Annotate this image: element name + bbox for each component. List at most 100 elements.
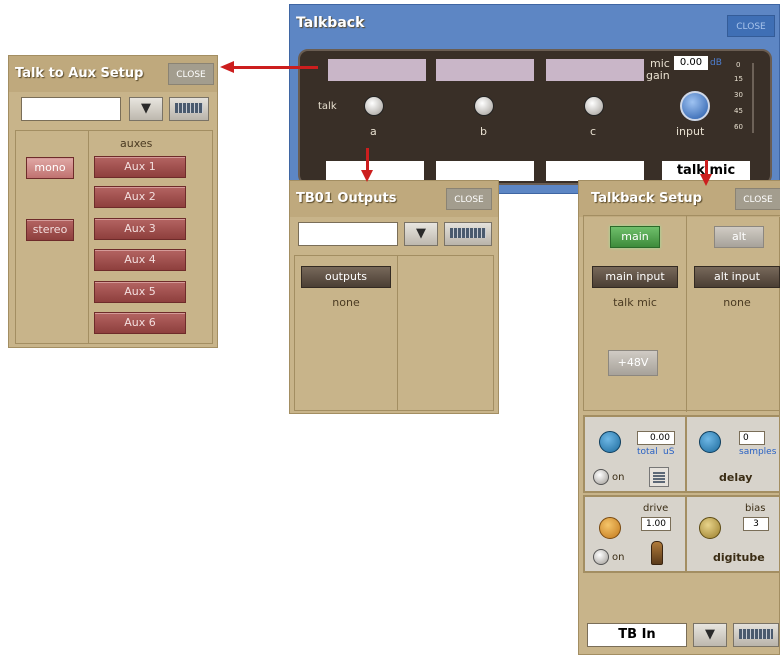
talk-button-b[interactable] <box>474 96 494 116</box>
arrow-head-outputs <box>361 170 373 182</box>
main-input-value: talk mic <box>613 296 657 309</box>
tb01-preset-field[interactable] <box>298 222 398 246</box>
talk-button-a[interactable] <box>364 96 384 116</box>
grid-icon <box>653 471 665 483</box>
aux-button-1[interactable]: Aux 1 <box>94 156 186 178</box>
tb-in-dropdown-button[interactable]: ▼ <box>693 623 727 647</box>
mic-gain-knob[interactable] <box>680 91 710 121</box>
drive-value[interactable]: 1.00 <box>641 517 671 531</box>
channel-label-b: b <box>480 125 487 138</box>
tb01-output-area: outputs none <box>294 255 494 411</box>
auxes-label: auxes <box>120 137 153 150</box>
keyboard-icon[interactable] <box>169 97 209 121</box>
tb01-dropdown-button[interactable]: ▼ <box>404 222 438 246</box>
digitube-on-button[interactable] <box>593 549 609 565</box>
output-box-a[interactable] <box>326 161 424 181</box>
gain-unit: dB <box>710 58 722 68</box>
aux-button-2[interactable]: Aux 2 <box>94 186 186 208</box>
io-section: main alt main input alt input talk mic n… <box>583 215 780 412</box>
delay-samples-value[interactable]: 0 <box>739 431 765 445</box>
talk-to-aux-panel: Talk to Aux Setup CLOSE ▼ auxes mono ste… <box>8 55 218 348</box>
talk-name-c[interactable] <box>546 59 644 81</box>
chevron-down-icon: ▼ <box>416 226 426 241</box>
meter-scale-45: 45 <box>734 107 743 115</box>
delay-total-value[interactable]: 0.00 <box>637 431 675 445</box>
samples-label: samples <box>739 447 777 457</box>
talk-name-a[interactable] <box>328 59 426 81</box>
aux-button-4[interactable]: Aux 4 <box>94 249 186 271</box>
level-meter: 0 15 30 45 60 <box>734 61 758 137</box>
alt-input-button[interactable]: alt input <box>694 266 780 288</box>
talk-button-c[interactable] <box>584 96 604 116</box>
delay-on-label: on <box>612 472 625 483</box>
talkback-setup-titlebar: Talkback Setup CLOSE <box>579 181 780 217</box>
delay-grid-button[interactable] <box>649 467 669 487</box>
arrow-line-outputs <box>366 148 369 172</box>
talkback-setup-close-button[interactable]: CLOSE <box>735 188 780 210</box>
mic-gain-value[interactable]: 0.00 <box>674 56 708 70</box>
digitube-label: digitube <box>713 551 765 564</box>
aux-button-5[interactable]: Aux 5 <box>94 281 186 303</box>
aux-button-6[interactable]: Aux 6 <box>94 312 186 334</box>
delay-label: delay <box>719 471 753 484</box>
alt-button[interactable]: alt <box>714 226 764 248</box>
digitube-section: drive 1.00 on bias 3 digitube <box>583 495 780 573</box>
chevron-down-icon: ▼ <box>705 627 715 642</box>
bias-knob[interactable] <box>699 517 721 539</box>
alt-input-value: none <box>723 296 751 309</box>
tb01-title: TB01 Outputs <box>296 191 397 206</box>
keyboard-icon[interactable] <box>444 222 492 246</box>
meter-scale-60: 60 <box>734 123 743 131</box>
talk-to-aux-titlebar: Talk to Aux Setup CLOSE <box>9 56 217 92</box>
phantom-power-button[interactable]: +48V <box>608 350 658 376</box>
outputs-button[interactable]: outputs <box>301 266 391 288</box>
talk-name-b[interactable] <box>436 59 534 81</box>
delay-unit-label: uS <box>663 447 675 457</box>
aux-area: auxes mono stereo Aux 1 Aux 2 Aux 3 Aux … <box>15 130 213 344</box>
output-box-b[interactable] <box>436 161 534 181</box>
tb-in-selector[interactable]: TB In <box>587 623 687 647</box>
main-input-button[interactable]: main input <box>592 266 678 288</box>
tb01-outputs-panel: TB01 Outputs CLOSE ▼ outputs none <box>289 180 499 414</box>
meter-scale-0: 0 <box>736 61 741 69</box>
arrow-head-aux <box>220 61 234 73</box>
input-label: input <box>676 125 705 138</box>
digitube-on-label: on <box>612 552 625 563</box>
keyboard-icon[interactable] <box>733 623 779 647</box>
talk-to-aux-preset-field[interactable] <box>21 97 121 121</box>
main-button[interactable]: main <box>610 226 660 248</box>
talk-to-aux-dropdown-button[interactable]: ▼ <box>129 97 163 121</box>
talk-to-aux-title: Talk to Aux Setup <box>15 66 144 81</box>
drive-label: drive <box>643 503 669 514</box>
talkback-title: Talkback <box>296 15 365 31</box>
meter-scale-30: 30 <box>734 91 743 99</box>
stereo-button[interactable]: stereo <box>26 219 74 241</box>
talk-label: talk <box>318 101 337 112</box>
mono-button[interactable]: mono <box>26 157 74 179</box>
delay-on-button[interactable] <box>593 469 609 485</box>
channel-label-a: a <box>370 125 377 138</box>
arrow-head-setup <box>700 174 712 186</box>
talkback-inner: talk a b c mic 0.00 dB gain input 0 15 3… <box>298 49 772 185</box>
aux-button-3[interactable]: Aux 3 <box>94 218 186 240</box>
delay-section: 0.00 total uS on 0 samples delay <box>583 415 780 493</box>
tube-icon <box>651 541 663 565</box>
tb01-close-button[interactable]: CLOSE <box>446 188 492 210</box>
bias-label: bias <box>745 503 766 514</box>
talkback-setup-title: Talkback Setup <box>591 191 702 206</box>
output-box-c[interactable] <box>546 161 644 181</box>
delay-total-label: total <box>637 447 658 457</box>
talk-to-aux-close-button[interactable]: CLOSE <box>168 63 214 85</box>
talkback-close-button[interactable]: CLOSE <box>727 15 775 37</box>
delay-samples-knob[interactable] <box>699 431 721 453</box>
drive-knob[interactable] <box>599 517 621 539</box>
bias-value[interactable]: 3 <box>743 517 769 531</box>
arrow-line-aux <box>234 66 318 69</box>
tb01-titlebar: TB01 Outputs CLOSE <box>290 181 498 217</box>
delay-total-knob[interactable] <box>599 431 621 453</box>
outputs-value: none <box>332 296 360 309</box>
talkback-setup-panel: Talkback Setup CLOSE main alt main input… <box>578 180 780 655</box>
gain-label: gain <box>646 69 670 82</box>
meter-scale-15: 15 <box>734 75 743 83</box>
channel-label-c: c <box>590 125 597 138</box>
